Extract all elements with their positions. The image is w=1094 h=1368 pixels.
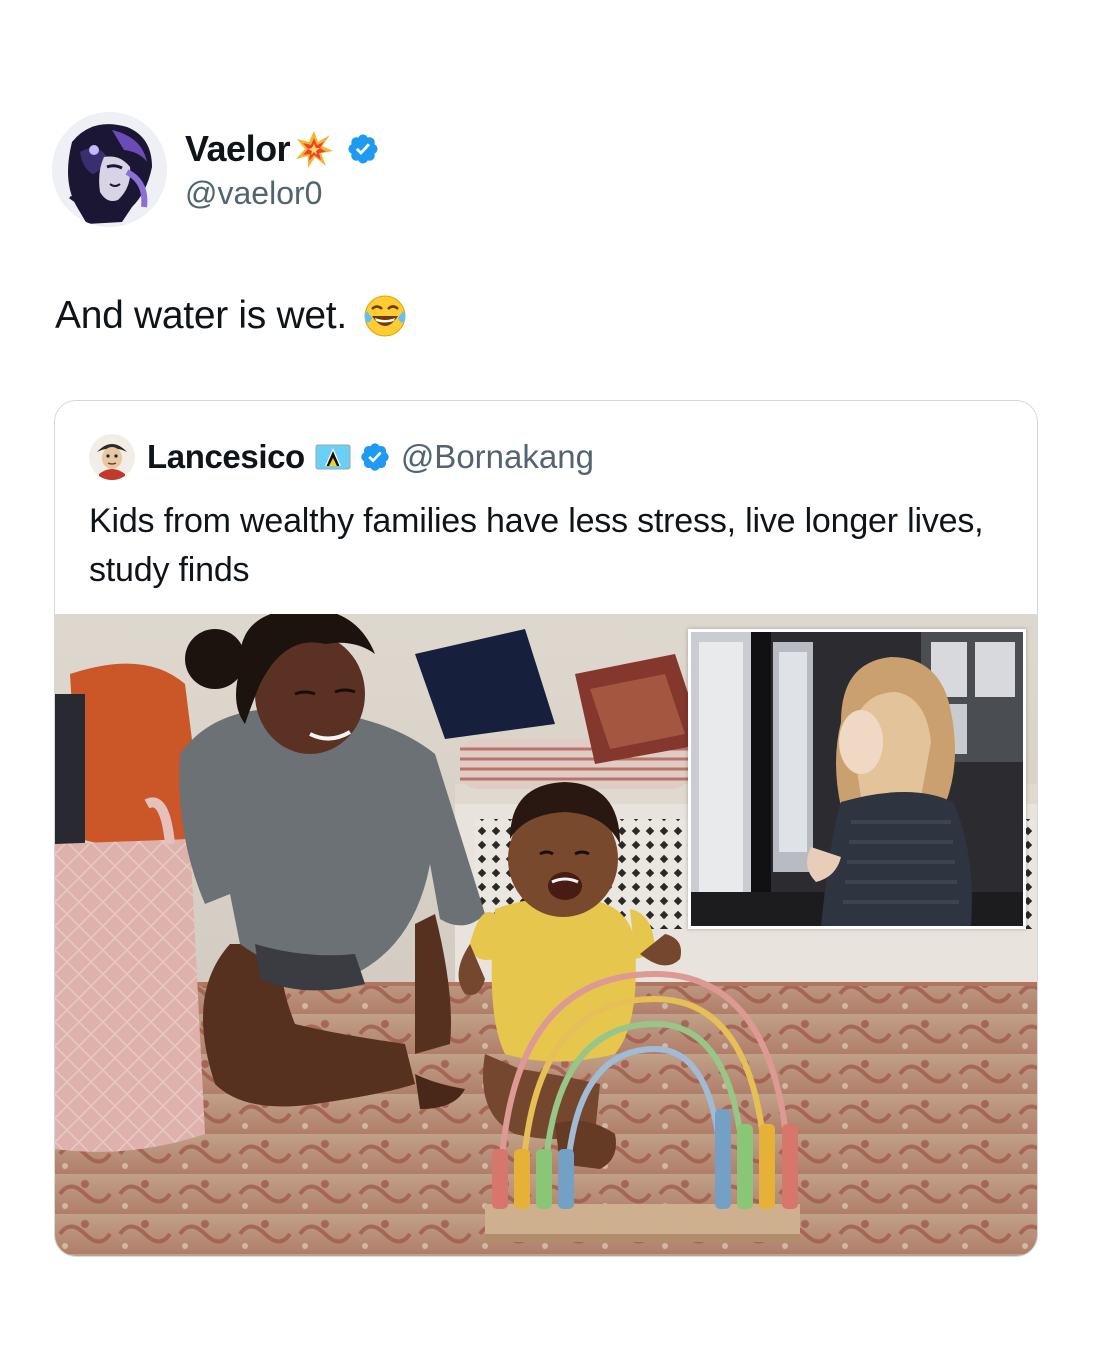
collision-icon xyxy=(294,129,334,169)
tweet-text: And water is wet. xyxy=(55,292,409,340)
author-name-row: Vaelor xyxy=(185,127,380,171)
quoted-verified-badge-icon xyxy=(359,441,391,473)
tweet-author: Vaelor @vaelor0 xyxy=(52,112,380,227)
face-with-tears-of-joy-icon xyxy=(361,292,409,340)
inset-photo xyxy=(688,629,1026,929)
quoted-tweet-text: Kids from wealthy families have less str… xyxy=(89,502,984,589)
saint-lucia-flag-icon xyxy=(315,444,351,470)
author-handle[interactable]: @vaelor0 xyxy=(185,175,380,212)
author-display-name[interactable]: Vaelor xyxy=(185,128,291,170)
quoted-tweet-header: Lancesico @Bornakang xyxy=(89,434,594,480)
tweet-text-content: And water is wet. xyxy=(55,294,347,337)
author-text: Vaelor @vaelor0 xyxy=(185,127,380,212)
quoted-tweet-media[interactable] xyxy=(55,614,1037,1256)
quoted-author-display-name[interactable]: Lancesico xyxy=(147,438,305,476)
quoted-author-avatar[interactable] xyxy=(89,434,135,480)
verified-badge-icon xyxy=(346,132,380,166)
quoted-author-handle[interactable]: @Bornakang xyxy=(401,438,594,476)
author-avatar[interactable] xyxy=(52,112,167,227)
quoted-tweet-card[interactable]: Lancesico @Bornakang Kids from wealthy f… xyxy=(54,400,1038,1257)
